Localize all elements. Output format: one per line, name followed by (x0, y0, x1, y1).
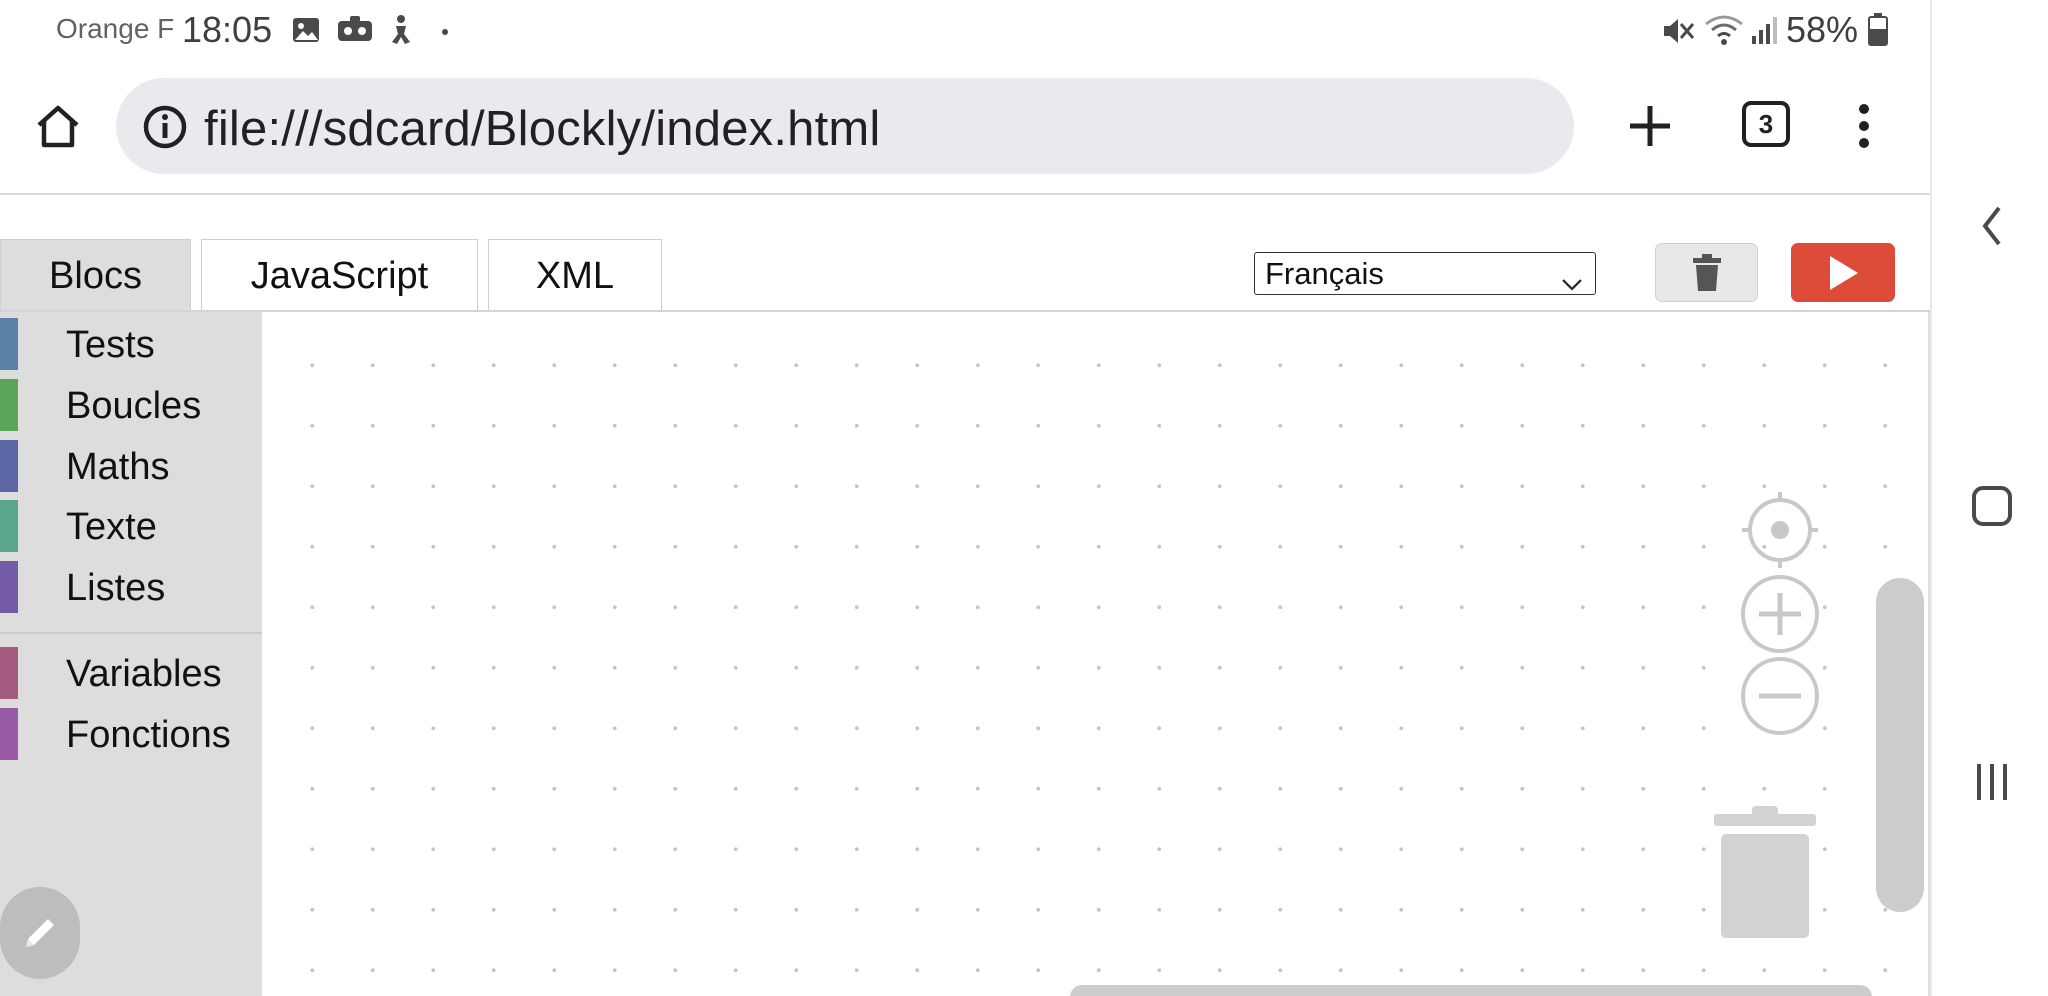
wifi-icon (1704, 14, 1744, 53)
back-button[interactable] (1962, 196, 2022, 256)
status-bar: Orange F 18:05 58% (0, 0, 1930, 60)
tab-switcher-button[interactable]: 3 (1742, 101, 1790, 147)
chevron-left-icon (1982, 206, 2001, 246)
target-icon (1742, 492, 1818, 568)
recent-apps-button[interactable] (1962, 752, 2022, 812)
horizontal-scrollbar[interactable] (1070, 985, 1872, 996)
battery-percentage: 58% (1786, 9, 1859, 50)
category-color-swatch (0, 500, 18, 552)
square-icon (1972, 486, 2012, 526)
tab-xml[interactable]: XML (488, 239, 662, 312)
plus-icon (1630, 106, 1670, 146)
info-icon[interactable] (142, 104, 188, 155)
status-clock: 18:05 (182, 9, 273, 50)
mute-icon (1660, 14, 1696, 53)
toolbox-category-tests[interactable]: Tests (0, 318, 262, 370)
home-button[interactable] (30, 98, 86, 154)
tab-javascript[interactable]: JavaScript (201, 239, 478, 312)
vertical-scrollbar[interactable] (1876, 578, 1924, 912)
home-icon (37, 105, 79, 148)
tab-blocks[interactable]: Blocs (0, 239, 191, 312)
blockly-toolbox: Tests Boucles Maths Texte Listes Variabl… (0, 312, 262, 996)
battery-icon (1868, 12, 1888, 51)
pencil-icon (26, 919, 54, 947)
toolbox-category-listes[interactable]: Listes (0, 561, 262, 613)
zoom-in-button[interactable] (1740, 574, 1820, 659)
zoom-out-button[interactable] (1740, 656, 1820, 741)
blockly-workspace[interactable] (262, 312, 1930, 996)
category-color-swatch (0, 561, 18, 613)
category-color-swatch (0, 318, 18, 370)
tabs-row: Blocs JavaScript XML Français (0, 197, 1930, 312)
system-navigation-bar (1930, 0, 2048, 996)
toolbox-category-boucles[interactable]: Boucles (0, 379, 262, 431)
category-label: Tests (66, 324, 155, 366)
category-color-swatch (0, 708, 18, 760)
language-select[interactable]: Français (1254, 252, 1596, 295)
home-nav-button[interactable] (1962, 476, 2022, 536)
category-label: Texte (66, 506, 157, 548)
chevron-down-icon (1561, 265, 1583, 301)
address-bar[interactable]: file:///sdcard/Blockly/index.html (116, 78, 1574, 174)
blockly-page: Blocs JavaScript XML Français Tests Bouc… (0, 197, 1930, 996)
signal-icon (1750, 14, 1780, 53)
new-tab-button[interactable] (1620, 96, 1680, 156)
toolbox-separator (0, 632, 262, 634)
toolbox-category-texte[interactable]: Texte (0, 500, 262, 552)
category-color-swatch (0, 379, 18, 431)
category-label: Maths (66, 446, 170, 488)
image-icon (290, 14, 322, 51)
dot-icon (440, 24, 450, 42)
carrier-name: Orange F (56, 13, 175, 44)
url-text[interactable]: file:///sdcard/Blockly/index.html (204, 101, 881, 157)
trashcan-icon (1714, 806, 1816, 938)
language-select-value: Français (1265, 255, 1384, 291)
more-vertical-icon (1859, 104, 1869, 148)
menu-button[interactable] (1836, 96, 1892, 156)
recents-icon (1977, 764, 2007, 800)
category-label: Boucles (66, 385, 202, 427)
toolbox-category-fonctions[interactable]: Fonctions (0, 708, 262, 760)
accessibility-icon (386, 14, 416, 51)
recenter-button[interactable] (1740, 490, 1820, 575)
toolbox-category-maths[interactable]: Maths (0, 440, 262, 492)
zoom-out-icon (1741, 657, 1819, 735)
category-label: Fonctions (66, 714, 231, 756)
category-label: Listes (66, 567, 166, 609)
discard-button[interactable] (1655, 243, 1758, 302)
category-color-swatch (0, 647, 18, 699)
category-label: Variables (66, 653, 222, 695)
workspace-trashcan[interactable] (1710, 802, 1820, 947)
vr-icon (336, 14, 376, 51)
category-color-swatch (0, 440, 18, 492)
zoom-in-icon (1741, 575, 1819, 653)
browser-toolbar: file:///sdcard/Blockly/index.html 3 (0, 60, 1930, 195)
trash-icon (1692, 253, 1721, 291)
play-icon (1830, 255, 1858, 290)
edit-button[interactable] (0, 887, 80, 979)
toolbox-category-variables[interactable]: Variables (0, 647, 262, 699)
run-button[interactable] (1791, 243, 1895, 302)
